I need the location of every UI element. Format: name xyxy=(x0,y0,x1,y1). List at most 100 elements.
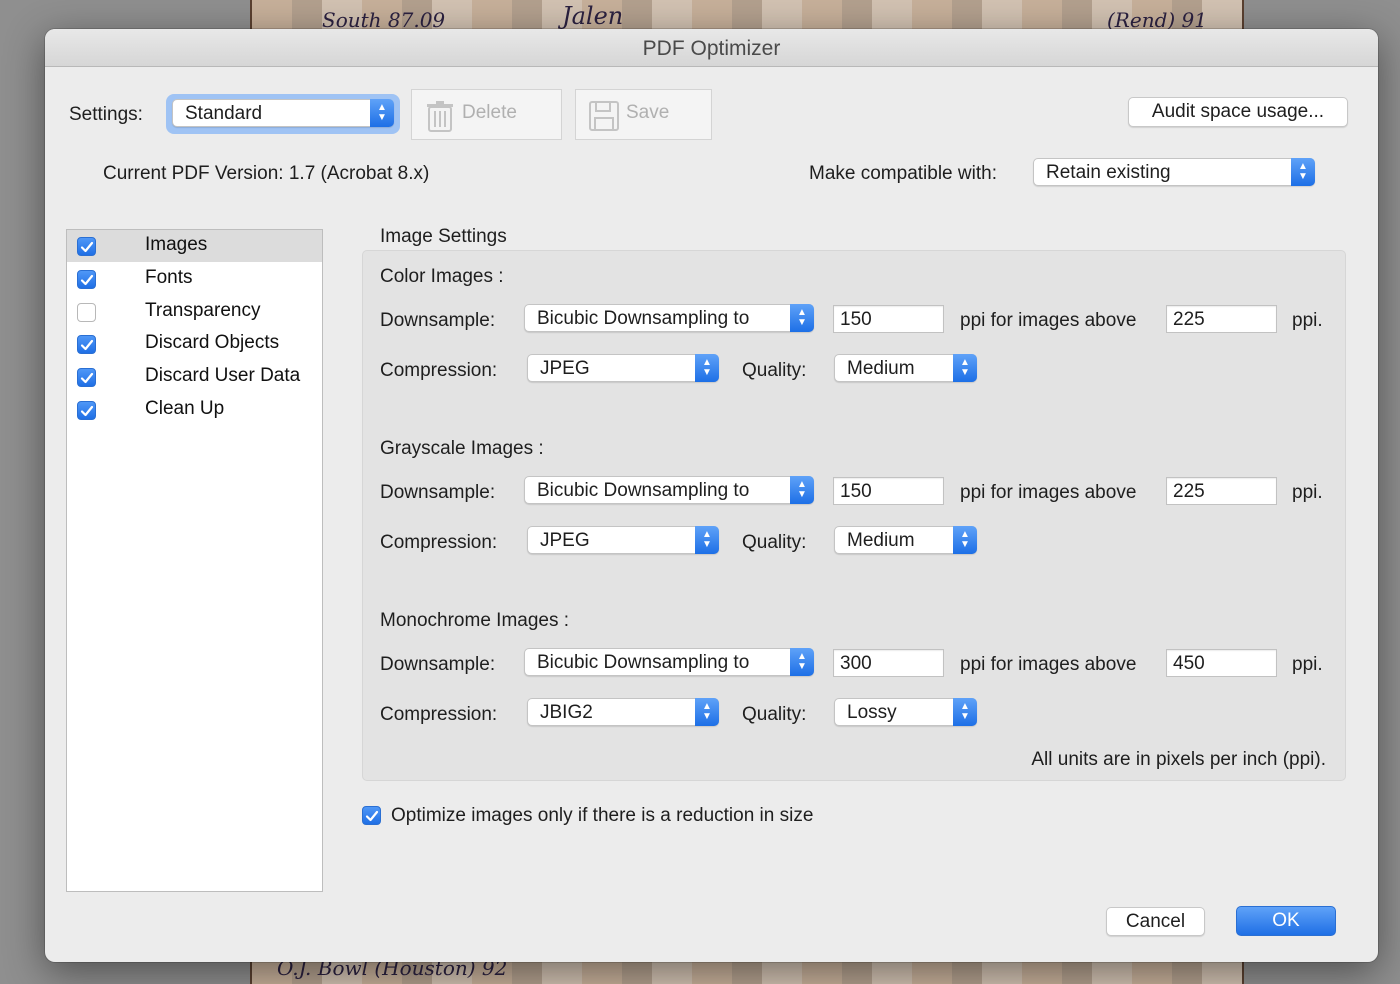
color-images-heading: Color Images : xyxy=(380,266,504,287)
chevron-updown-icon: ▲ ▼ xyxy=(695,698,719,726)
monochrome-downsample-value: Bicubic Downsampling to xyxy=(537,652,750,673)
list-item-label: Discard User Data xyxy=(145,365,301,386)
transparency-checkbox[interactable] xyxy=(77,303,96,322)
list-item-label: Images xyxy=(145,234,208,255)
color-downsample-value: Bicubic Downsampling to xyxy=(537,308,750,329)
color-quality-value: Medium xyxy=(847,358,915,379)
grayscale-quality-label: Quality: xyxy=(742,532,807,553)
grayscale-quality-popup[interactable]: Medium ▲ ▼ xyxy=(834,526,977,554)
ok-button[interactable]: OK xyxy=(1236,906,1336,936)
monochrome-quality-label: Quality: xyxy=(742,704,807,725)
dialog-title: PDF Optimizer xyxy=(45,29,1378,67)
list-item-images[interactable]: Images xyxy=(67,230,322,262)
checkmark-icon xyxy=(80,274,94,286)
grayscale-above-label: ppi for images above xyxy=(960,482,1137,503)
monochrome-downsample-ppi-field[interactable]: 300 xyxy=(833,649,944,677)
grayscale-images-heading: Grayscale Images : xyxy=(380,438,544,459)
discard-objects-checkbox[interactable] xyxy=(77,335,96,354)
monochrome-compression-label: Compression: xyxy=(380,704,498,725)
cancel-button[interactable]: Cancel xyxy=(1106,907,1205,936)
grayscale-downsample-value: Bicubic Downsampling to xyxy=(537,480,750,501)
chevron-updown-icon: ▲ ▼ xyxy=(953,354,977,382)
chevron-updown-icon: ▲ ▼ xyxy=(790,304,814,332)
save-button-label: Save xyxy=(626,102,670,123)
chevron-updown-icon: ▲ ▼ xyxy=(790,476,814,504)
chevron-updown-icon: ▲ ▼ xyxy=(953,698,977,726)
list-item-label: Clean Up xyxy=(145,398,225,419)
chevron-updown-icon: ▲ ▼ xyxy=(953,526,977,554)
settings-value: Standard xyxy=(185,103,263,124)
fonts-checkbox[interactable] xyxy=(77,270,96,289)
list-item-discard-user-data[interactable]: Discard User Data xyxy=(67,361,322,393)
color-downsample-label: Downsample: xyxy=(380,310,496,331)
monochrome-above-label: ppi for images above xyxy=(960,654,1137,675)
units-note: All units are in pixels per inch (ppi). xyxy=(1031,749,1326,770)
make-compatible-value: Retain existing xyxy=(1046,162,1171,183)
optimize-only-if-reduction-label: Optimize images only if there is a reduc… xyxy=(391,805,814,826)
color-above-ppi-field[interactable]: 225 xyxy=(1166,305,1277,333)
checkmark-icon xyxy=(365,810,379,822)
settings-popup[interactable]: Standard ▲ ▼ xyxy=(172,99,394,127)
color-above-label: ppi for images above xyxy=(960,310,1137,331)
background-handwriting: Jalen xyxy=(562,2,624,30)
monochrome-downsample-label: Downsample: xyxy=(380,654,496,675)
pdf-optimizer-dialog: PDF Optimizer Settings: Standard ▲ ▼ Dele… xyxy=(45,29,1378,962)
checkmark-icon xyxy=(80,405,94,417)
monochrome-quality-popup[interactable]: Lossy ▲ ▼ xyxy=(834,698,977,726)
monochrome-compression-value: JBIG2 xyxy=(540,702,593,723)
make-compatible-popup[interactable]: Retain existing ▲ ▼ xyxy=(1033,158,1315,186)
list-item-label: Transparency xyxy=(145,300,261,321)
color-compression-popup[interactable]: JPEG ▲ ▼ xyxy=(527,354,719,382)
grayscale-above-ppi-field[interactable]: 225 xyxy=(1166,477,1277,505)
checkmark-icon xyxy=(80,339,94,351)
monochrome-compression-popup[interactable]: JBIG2 ▲ ▼ xyxy=(527,698,719,726)
monochrome-above-ppi-field[interactable]: 450 xyxy=(1166,649,1277,677)
checkmark-icon xyxy=(80,241,94,253)
floppy-disk-icon xyxy=(589,101,619,131)
delete-button-label: Delete xyxy=(462,102,517,123)
optimizer-panel-list: Images Fonts Transparency Discard Object… xyxy=(66,229,323,892)
trash-icon xyxy=(427,101,453,132)
grayscale-downsample-label: Downsample: xyxy=(380,482,496,503)
list-item-label: Fonts xyxy=(145,267,193,288)
chevron-updown-icon: ▲ ▼ xyxy=(370,99,394,127)
save-button[interactable]: Save xyxy=(575,89,712,140)
list-item-label: Discard Objects xyxy=(145,332,280,353)
list-item-fonts[interactable]: Fonts xyxy=(67,263,322,295)
chevron-updown-icon: ▲ ▼ xyxy=(695,354,719,382)
chevron-updown-icon: ▲ ▼ xyxy=(695,526,719,554)
list-item-discard-objects[interactable]: Discard Objects xyxy=(67,328,322,360)
chevron-updown-icon: ▲ ▼ xyxy=(790,648,814,676)
image-settings-title: Image Settings xyxy=(380,226,507,247)
monochrome-downsample-popup[interactable]: Bicubic Downsampling to ▲ ▼ xyxy=(524,648,814,676)
grayscale-compression-popup[interactable]: JPEG ▲ ▼ xyxy=(527,526,719,554)
color-compression-value: JPEG xyxy=(540,358,590,379)
grayscale-quality-value: Medium xyxy=(847,530,915,551)
clean-up-checkbox[interactable] xyxy=(77,401,96,420)
checkmark-icon xyxy=(80,372,94,384)
settings-label: Settings: xyxy=(69,104,143,125)
color-ppi-suffix: ppi. xyxy=(1292,310,1323,331)
optimize-only-if-reduction-checkbox[interactable] xyxy=(362,806,381,825)
make-compatible-label: Make compatible with: xyxy=(809,163,997,184)
color-downsample-ppi-field[interactable]: 150 xyxy=(833,305,944,333)
monochrome-ppi-suffix: ppi. xyxy=(1292,654,1323,675)
color-downsample-popup[interactable]: Bicubic Downsampling to ▲ ▼ xyxy=(524,304,814,332)
grayscale-downsample-ppi-field[interactable]: 150 xyxy=(833,477,944,505)
monochrome-images-heading: Monochrome Images : xyxy=(380,610,570,631)
list-item-transparency[interactable]: Transparency xyxy=(67,296,322,328)
grayscale-compression-value: JPEG xyxy=(540,530,590,551)
images-checkbox[interactable] xyxy=(77,237,96,256)
delete-button[interactable]: Delete xyxy=(411,89,562,140)
color-compression-label: Compression: xyxy=(380,360,498,381)
grayscale-compression-label: Compression: xyxy=(380,532,498,553)
color-quality-popup[interactable]: Medium ▲ ▼ xyxy=(834,354,977,382)
audit-space-usage-button[interactable]: Audit space usage... xyxy=(1128,97,1348,127)
discard-user-data-checkbox[interactable] xyxy=(77,368,96,387)
current-pdf-version: Current PDF Version: 1.7 (Acrobat 8.x) xyxy=(103,163,430,184)
color-quality-label: Quality: xyxy=(742,360,807,381)
list-item-clean-up[interactable]: Clean Up xyxy=(67,394,322,426)
grayscale-ppi-suffix: ppi. xyxy=(1292,482,1323,503)
monochrome-quality-value: Lossy xyxy=(847,702,897,723)
grayscale-downsample-popup[interactable]: Bicubic Downsampling to ▲ ▼ xyxy=(524,476,814,504)
